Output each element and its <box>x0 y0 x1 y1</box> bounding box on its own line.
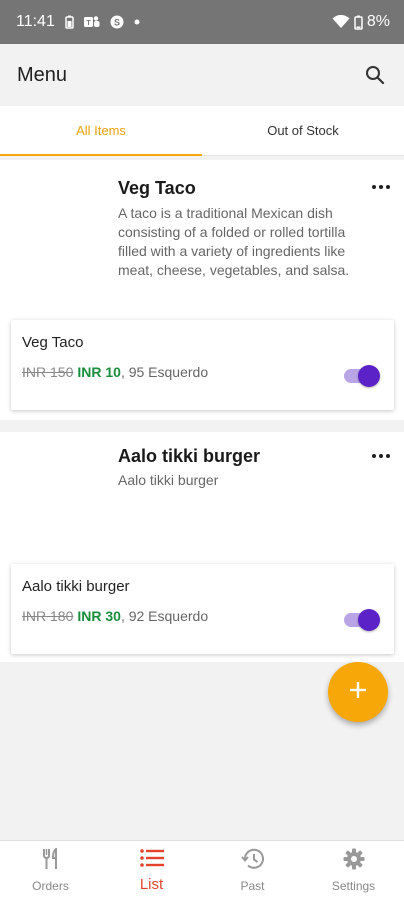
search-icon[interactable] <box>362 62 388 88</box>
battery-icon <box>354 15 363 30</box>
price-line: INR 180 INR 30, 92 Esquerdo <box>22 608 208 624</box>
nav-past[interactable]: Past <box>202 841 303 900</box>
plus-icon <box>348 680 368 705</box>
tab-label: All Items <box>76 123 126 138</box>
add-item-button[interactable] <box>328 662 388 722</box>
availability-toggle[interactable] <box>344 608 380 632</box>
sale-price: INR 30 <box>77 608 121 624</box>
tab-label: Out of Stock <box>267 123 339 138</box>
wifi-icon <box>332 15 350 29</box>
status-bar: 11:41 T S 8% <box>0 0 404 44</box>
nav-label: Past <box>240 879 265 893</box>
teams-icon: T <box>83 15 100 29</box>
history-icon <box>240 848 265 875</box>
gear-icon <box>343 848 365 875</box>
original-price: INR 150 <box>22 364 74 380</box>
nav-label: List <box>139 875 164 893</box>
tab-bar: All Items Out of Stock <box>0 106 404 156</box>
nav-settings[interactable]: Settings <box>303 841 404 900</box>
page-title: Menu <box>17 63 68 86</box>
variant-card[interactable]: Aalo tikki burger INR 180 INR 30, 92 Esqu… <box>11 564 394 654</box>
fork-knife-icon <box>42 847 60 875</box>
bottom-navigation: Orders List Past Settings <box>0 840 404 900</box>
item-description: Aalo tikki burger <box>118 472 219 488</box>
nav-label: Settings <box>331 879 376 893</box>
item-title: Aalo tikki burger <box>118 446 261 466</box>
list-icon <box>139 848 164 872</box>
item-description: A taco is a traditional Mexican dish con… <box>118 205 350 278</box>
stock-info: , 92 Esquerdo <box>120 608 209 624</box>
tab-all-items[interactable]: All Items <box>0 106 202 156</box>
app-bar: Menu <box>0 44 404 106</box>
svg-text:T: T <box>86 20 91 27</box>
battery-percent: 8% <box>366 13 390 30</box>
item-title: Veg Taco <box>118 178 196 198</box>
variant-name: Veg Taco <box>22 334 84 351</box>
menu-item: Aalo tikki burger Aalo tikki burger Aalo… <box>0 432 404 662</box>
notification-dot-icon <box>134 19 140 25</box>
variant-card[interactable]: Veg Taco INR 150 INR 10, 95 Esquerdo <box>11 320 394 410</box>
nav-orders[interactable]: Orders <box>0 841 101 900</box>
battery-saver-icon <box>65 15 74 29</box>
sale-price: INR 10 <box>77 364 121 380</box>
svg-text:S: S <box>114 18 120 28</box>
availability-toggle[interactable] <box>344 364 380 388</box>
nav-label: Orders <box>32 879 69 893</box>
price-line: INR 150 INR 10, 95 Esquerdo <box>22 364 208 380</box>
tab-out-of-stock[interactable]: Out of Stock <box>202 106 404 155</box>
original-price: INR 180 <box>22 608 74 624</box>
skype-icon: S <box>110 15 124 29</box>
more-options-icon[interactable] <box>372 184 390 190</box>
status-time: 11:41 <box>16 13 55 30</box>
variant-name: Aalo tikki burger <box>22 578 130 595</box>
nav-list[interactable]: List <box>101 841 202 900</box>
menu-item: Veg Taco A taco is a traditional Mexican… <box>0 160 404 420</box>
more-options-icon[interactable] <box>372 453 390 459</box>
stock-info: , 95 Esquerdo <box>120 364 209 380</box>
